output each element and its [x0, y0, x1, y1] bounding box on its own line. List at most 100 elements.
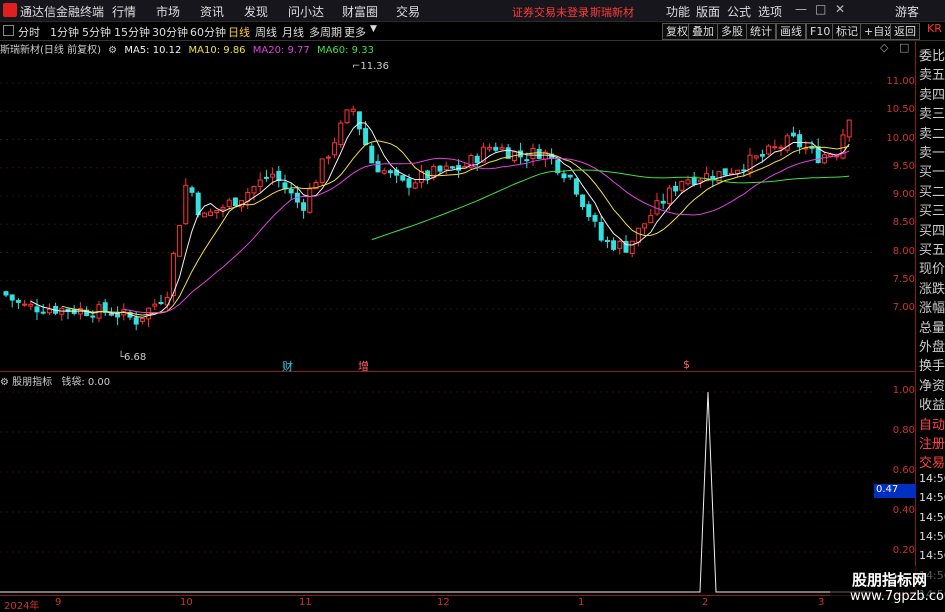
side-item[interactable]: 买五	[919, 239, 945, 258]
side-item[interactable]: 买四	[919, 220, 945, 239]
candle-body	[592, 215, 598, 222]
candle-body	[580, 194, 586, 207]
marker-finance[interactable]: 财	[282, 358, 293, 374]
menu-wealth[interactable]: 财富圈	[342, 3, 378, 20]
side-item[interactable]: 涨跌	[919, 278, 945, 297]
main-y-tick: 7.00	[892, 302, 915, 313]
indicator-chart[interactable]	[0, 387, 915, 595]
side-item[interactable]: 自动	[919, 414, 945, 433]
more-chevron-icon[interactable]: ▼	[370, 24, 377, 34]
period-1min[interactable]: 1分钟	[50, 24, 79, 40]
period-daily[interactable]: 日线	[228, 24, 250, 40]
axis-divider	[915, 41, 916, 596]
restore-icon[interactable]: □	[815, 2, 826, 16]
candle-body	[691, 176, 697, 185]
candle-body	[784, 135, 790, 151]
x-label-sep: 9	[55, 597, 62, 608]
period-60min[interactable]: 60分钟	[190, 24, 226, 40]
candle-body	[183, 184, 189, 225]
ma20-line	[123, 150, 850, 314]
marker-increase[interactable]: 增	[358, 358, 369, 374]
menu-formula[interactable]: 公式	[727, 3, 751, 20]
period-more[interactable]: 更多	[344, 24, 366, 40]
period-15min[interactable]: 15分钟	[114, 24, 150, 40]
candle-body	[642, 223, 648, 229]
expand-panel-icon[interactable]: □	[899, 41, 909, 54]
period-30min[interactable]: 30分钟	[152, 24, 188, 40]
menu-discover[interactable]: 发现	[244, 3, 268, 20]
side-item[interactable]: 收益	[919, 394, 945, 413]
candle-body	[108, 313, 114, 316]
candlestick-chart[interactable]: ⌐11.36 └6.68	[0, 55, 915, 370]
side-top-label[interactable]: KR	[917, 22, 945, 40]
side-item[interactable]: 涨幅	[919, 297, 945, 316]
high-price-label: ⌐11.36	[352, 61, 389, 72]
candle-body	[567, 174, 573, 178]
mark-button[interactable]: 标记	[832, 23, 862, 40]
side-item[interactable]: 卖一	[919, 142, 945, 161]
side-item[interactable]: 14:56	[919, 491, 945, 504]
candle-body	[133, 317, 139, 325]
period-5min[interactable]: 5分钟	[82, 24, 111, 40]
side-item[interactable]: 买一	[919, 161, 945, 180]
main-y-tick: 9.50	[892, 160, 915, 172]
overlay-button[interactable]: 叠加	[688, 23, 718, 40]
side-item[interactable]: 卖二	[919, 123, 945, 142]
candle-body	[307, 188, 313, 213]
f10-button[interactable]: F10	[806, 23, 835, 40]
side-item[interactable]: 注册	[919, 433, 945, 452]
period-weekly[interactable]: 周线	[255, 24, 277, 40]
candle-body	[263, 176, 269, 179]
side-item[interactable]: 卖四	[919, 84, 945, 103]
menu-ask[interactable]: 问小达	[288, 3, 324, 20]
side-item[interactable]: 卖三	[919, 103, 945, 122]
side-item[interactable]: 卖五	[919, 64, 945, 83]
candle-body	[28, 303, 34, 307]
marker-dollar[interactable]: $	[683, 358, 690, 371]
side-item[interactable]: 外盘	[919, 336, 945, 355]
period-monthly[interactable]: 月线	[282, 24, 304, 40]
menu-quotes[interactable]: 行情	[112, 3, 136, 20]
side-item[interactable]: 买三	[919, 200, 945, 219]
side-item[interactable]: 总量	[919, 317, 945, 336]
side-item[interactable]: 现价	[919, 258, 945, 277]
side-item[interactable]: 14:56	[919, 472, 945, 485]
side-item[interactable]: 委比	[919, 45, 945, 64]
side-item[interactable]: 14:56	[919, 549, 945, 562]
draw-line-button[interactable]: 画线	[776, 23, 806, 40]
menu-layout[interactable]: 版面	[696, 3, 720, 20]
menu-news[interactable]: 资讯	[200, 3, 224, 20]
candle-body	[493, 146, 499, 151]
menu-market[interactable]: 市场	[156, 3, 180, 20]
login-warning[interactable]: 证券交易未登录	[512, 4, 589, 20]
menu-function[interactable]: 功能	[666, 3, 690, 20]
side-item[interactable]: 净资	[919, 375, 945, 394]
side-item[interactable]: 14:56	[919, 530, 945, 543]
minimize-icon[interactable]: —	[795, 2, 807, 16]
candle-body	[276, 170, 282, 181]
candle-body	[821, 154, 827, 164]
candle-body	[251, 186, 257, 194]
period-multi[interactable]: 多周期	[309, 24, 342, 40]
side-item[interactable]: 14:56	[919, 511, 945, 524]
candle-body	[381, 170, 387, 174]
panel-toggle-icon[interactable]	[3, 25, 14, 36]
sub-y-tick: 1.00	[892, 385, 915, 396]
diamond-icon[interactable]: ◇	[880, 41, 888, 54]
menu-trade[interactable]: 交易	[396, 3, 420, 20]
back-button[interactable]: 返回	[890, 23, 920, 40]
side-item[interactable]: 换手	[919, 355, 945, 374]
side-item[interactable]: 交易	[919, 452, 945, 471]
guest-label[interactable]: 游客	[895, 3, 919, 20]
sub-y-tick: 0.20	[892, 545, 915, 556]
candle-body	[635, 227, 641, 243]
side-item[interactable]: 买二	[919, 181, 945, 200]
candle-body	[22, 303, 28, 306]
multi-stock-button[interactable]: 多股	[717, 23, 747, 40]
stats-button[interactable]: 统计	[746, 23, 776, 40]
close-icon[interactable]: ✕	[835, 2, 845, 16]
candle-body	[356, 111, 362, 130]
menu-options[interactable]: 选项	[758, 3, 782, 20]
period-fenshi[interactable]: 分时	[18, 24, 40, 40]
main-y-tick: 10.50	[886, 104, 915, 116]
